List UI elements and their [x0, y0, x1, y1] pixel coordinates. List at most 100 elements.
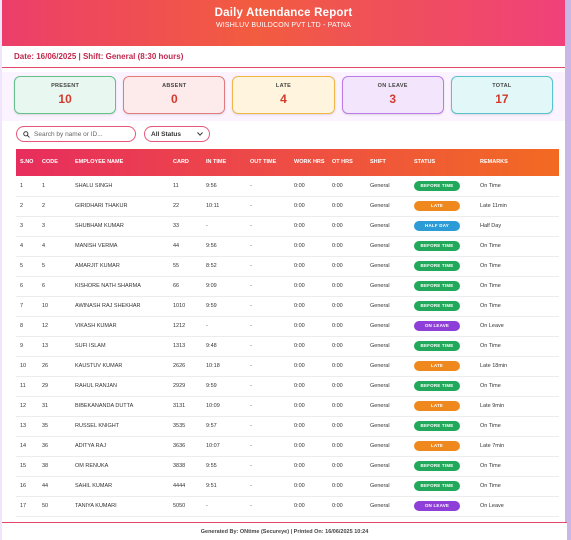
table-row[interactable]: 3 3 SHUBHAM KUMAR 33- -0:00 0:00 General HALF D… [16, 216, 559, 237]
cell-sno: 7 [16, 296, 38, 317]
cell-status: BEFORE TIME [410, 416, 476, 437]
column-header-in-time[interactable]: IN TIME [202, 149, 246, 176]
cell-sno: 5 [16, 256, 38, 277]
cell-in-time: 10:07 [202, 436, 246, 457]
cell-employee-name: OM RENUKA [71, 456, 169, 477]
cell-ot-hrs: 0:00 [328, 396, 366, 417]
cell-ot-hrs: 0:00 [328, 216, 366, 237]
table-row[interactable]: 16 44 SAHIL KUMAR 4444 9:51-0:00 0:00 General B… [16, 476, 559, 497]
table-row[interactable]: 7 10 AWINASH RAJ SHEKHAR 1010 9:59-0:00 0:00 G… [16, 296, 559, 317]
table-row[interactable]: 13 35 RUSSEL KNIGHT 3535 9:57-0:00 0:00 Genera… [16, 416, 559, 437]
cell-shift: General [366, 416, 410, 437]
cell-remarks: Half Day [476, 216, 559, 237]
cell-card: 1313 [169, 336, 202, 357]
cell-ot-hrs: 0:00 [328, 416, 366, 437]
table-row[interactable]: 11 29 RAHUL RANJAN 2929 9:59-0:00 0:00 General… [16, 376, 559, 397]
cell-code: 13 [38, 336, 71, 357]
cell-card: 66 [169, 276, 202, 297]
cell-in-time: 10:18 [202, 356, 246, 377]
cell-remarks: Late 11min [476, 196, 559, 217]
cell-remarks: On Time [476, 376, 559, 397]
search-box[interactable] [16, 126, 136, 142]
cell-ot-hrs: 0:00 [328, 236, 366, 257]
cell-card: 3535 [169, 416, 202, 437]
table-row[interactable]: 6 6 KISHORE NATH SHARMA 66 9:09-0:00 0:00 Gene… [16, 276, 559, 297]
cell-card: 11 [169, 176, 202, 197]
column-header-ot-hrs[interactable]: OT HRS [328, 149, 366, 176]
column-header-remarks[interactable]: REMARKS [476, 149, 559, 176]
absent-card[interactable]: ABSENT 0 [123, 76, 226, 114]
cell-out-time: - [246, 436, 290, 457]
late-card[interactable]: LATE 4 [232, 76, 335, 114]
cell-shift: General [366, 396, 410, 417]
present-card[interactable]: PRESENT 10 [14, 76, 117, 114]
column-header-card[interactable]: CARD [169, 149, 202, 176]
cell-work-hrs: 0:00 [290, 316, 328, 337]
column-header-employee-name[interactable]: EMPLOYEE NAME [71, 149, 169, 176]
cell-employee-name: AMARJIT KUMAR [71, 256, 169, 277]
table-row[interactable]: 17 50 TANIYA KUMARI 5050- -0:00 0:00 General ON… [16, 496, 559, 517]
cell-status: HALF DAY [410, 216, 476, 237]
cell-remarks: On Time [476, 416, 559, 437]
cell-sno: 16 [16, 476, 38, 497]
status-badge: BEFORE TIME [414, 261, 460, 271]
cell-employee-name: KAUSTUV KUMAR [71, 356, 169, 377]
cell-status: BEFORE TIME [410, 376, 476, 397]
cell-work-hrs: 0:00 [290, 196, 328, 217]
cell-remarks: On Time [476, 476, 559, 497]
cell-shift: General [366, 216, 410, 237]
cell-remarks: Late 7min [476, 436, 559, 457]
search-input[interactable] [34, 130, 130, 138]
cell-out-time: - [246, 236, 290, 257]
column-header-shift[interactable]: SHIFT [366, 149, 410, 176]
cell-employee-name: KISHORE NATH SHARMA [71, 276, 169, 297]
cell-out-time: - [246, 356, 290, 377]
table-row[interactable]: 14 36 ADITYA RAJ 3636 10:07-0:00 0:00 General L… [16, 436, 559, 457]
cell-employee-name: TANIYA KUMARI [71, 496, 169, 517]
column-header-out-time[interactable]: OUT TIME [246, 149, 290, 176]
total-count: 17 [495, 92, 509, 106]
cell-sno: 17 [16, 496, 38, 517]
cell-employee-name: ADITYA RAJ [71, 436, 169, 457]
table-row[interactable]: 2 2 GIRIDHARI THAKUR 22 10:11-0:00 0:00 Genera… [16, 196, 559, 217]
cell-code: 3 [38, 216, 71, 237]
table-row[interactable]: 4 4 MANISH VERMA 44 9:56-0:00 0:00 General BEFO… [16, 236, 559, 257]
table-row[interactable]: 8 12 VIKASH KUMAR 1212- -0:00 0:00 General ON L… [16, 316, 559, 337]
table-row[interactable]: 5 5 AMARJIT KUMAR 55 8:52-0:00 0:00 General BEF… [16, 256, 559, 277]
table-row[interactable]: 15 38 OM RENUKA 3838 9:55-0:00 0:00 General BEF… [16, 456, 559, 477]
total-card[interactable]: TOTAL 17 [450, 76, 554, 114]
cell-sno: 13 [16, 416, 38, 437]
report-header: Daily Attendance Report WISHLUV BUILDCON… [2, 0, 565, 46]
column-header-work-hrs[interactable]: WORK HRS [290, 149, 328, 176]
cell-sno: 6 [16, 276, 38, 297]
cell-sno: 15 [16, 456, 38, 477]
cell-code: 10 [38, 296, 71, 317]
cell-employee-name: RAHUL RANJAN [71, 376, 169, 397]
absent-count: 0 [170, 92, 178, 106]
table-row[interactable]: 9 13 SUFI ISLAM 1313 9:48-0:00 0:00 General BEF… [16, 336, 559, 357]
cell-out-time: - [246, 396, 290, 417]
cell-sno: 10 [16, 356, 38, 377]
on-leave-card[interactable]: ON LEAVE 3 [341, 76, 444, 114]
cell-sno: 12 [16, 396, 38, 417]
cell-remarks: On Time [476, 236, 559, 257]
cell-code: 2 [38, 196, 71, 217]
cell-work-hrs: 0:00 [290, 476, 328, 497]
report-title: Daily Attendance Report [214, 7, 353, 19]
filter-bar: All Status [16, 126, 210, 142]
cell-ot-hrs: 0:00 [328, 496, 366, 517]
status-filter-select[interactable]: All Status [144, 126, 210, 142]
cell-in-time: 9:48 [202, 336, 246, 357]
table-row[interactable]: 10 26 KAUSTUV KUMAR 2626 10:18-0:00 0:00 Gener… [16, 356, 559, 377]
cell-employee-name: GIRIDHARI THAKUR [71, 196, 169, 217]
column-header-code[interactable]: CODE [38, 149, 71, 176]
column-header-status[interactable]: STATUS [410, 149, 476, 176]
table-row[interactable]: 12 31 BIBEKANANDA DUTTA 3131 10:09-0:00 0:00 G… [16, 396, 559, 417]
column-header-s-no[interactable]: S.NO [16, 149, 38, 176]
cell-work-hrs: 0:00 [290, 256, 328, 277]
table-row[interactable]: 1 1 SHALU SINGH 11 9:56-0:00 0:00 General BEFOR… [16, 176, 559, 197]
cell-shift: General [366, 276, 410, 297]
cell-out-time: - [246, 176, 290, 197]
cell-card: 2626 [169, 356, 202, 377]
on-leave-count: 3 [389, 92, 397, 106]
